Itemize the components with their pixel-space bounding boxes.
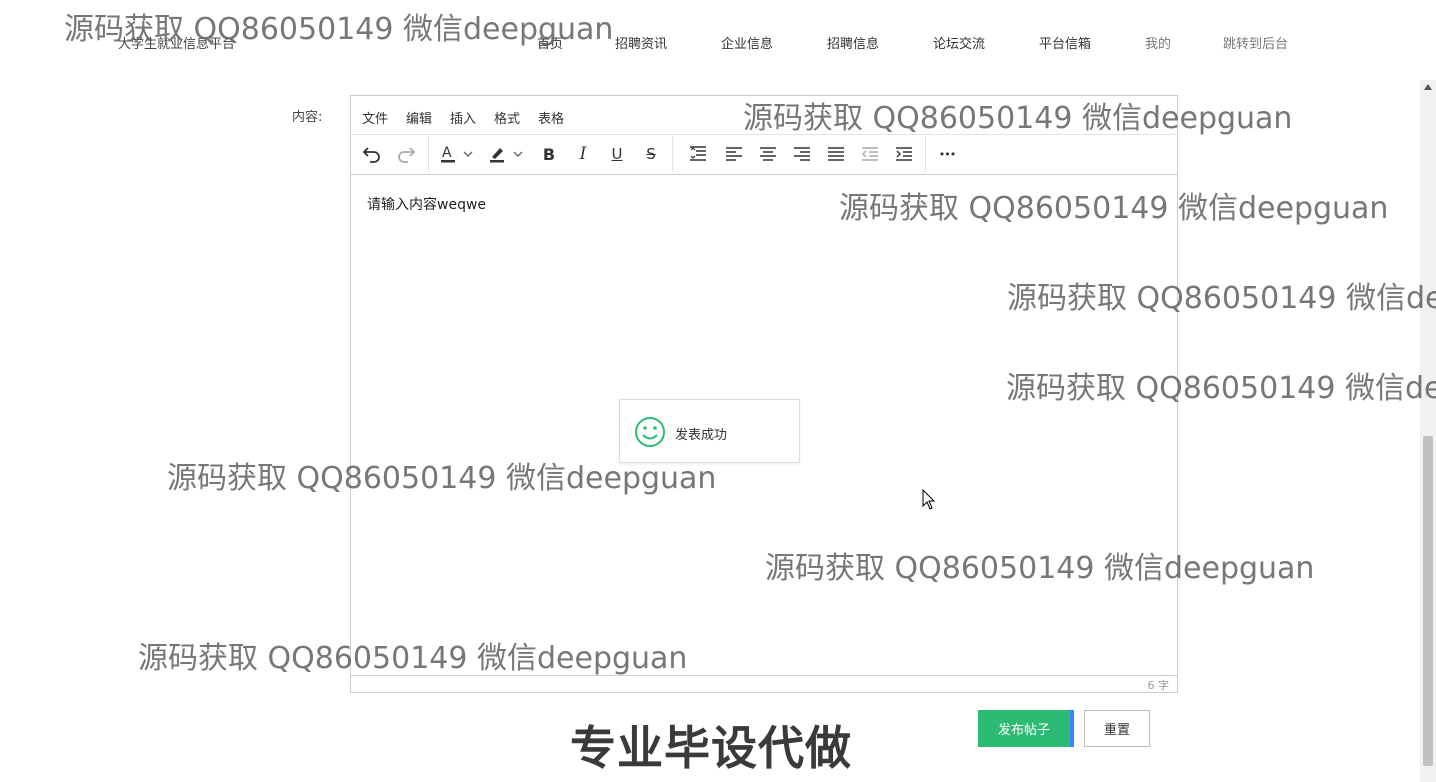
menu-file[interactable]: 文件 bbox=[362, 108, 388, 127]
align-right-icon[interactable] bbox=[789, 142, 815, 166]
word-count: 6 字 bbox=[1147, 679, 1170, 692]
underline-glyph: U bbox=[611, 145, 623, 163]
strikethrough-icon[interactable]: S bbox=[638, 142, 664, 166]
publish-post-button[interactable]: 发布帖子 bbox=[978, 710, 1074, 747]
nav-recruit-news[interactable]: 招聘资讯 bbox=[615, 33, 667, 52]
redo-icon[interactable] bbox=[393, 142, 419, 166]
menu-format[interactable]: 格式 bbox=[494, 108, 520, 127]
bold-icon[interactable]: B bbox=[536, 142, 562, 166]
reset-button[interactable]: 重置 bbox=[1084, 710, 1150, 747]
editor-statusbar: 6 字 bbox=[351, 675, 1177, 692]
rich-text-editor: 文件 编辑 插入 格式 表格 A B I U S ••• 请输入内容weqwe … bbox=[350, 95, 1178, 693]
nav-admin[interactable]: 跳转到后台 bbox=[1223, 33, 1288, 52]
editor-content-text[interactable]: 请输入内容weqwe bbox=[367, 194, 486, 214]
svg-text:A: A bbox=[442, 145, 452, 161]
toast-message: 发表成功 bbox=[675, 428, 728, 443]
promo-watermark: 专业毕设代做 bbox=[569, 720, 852, 776]
nav-companies[interactable]: 企业信息 bbox=[721, 33, 773, 52]
italic-glyph: I bbox=[579, 144, 587, 164]
bold-glyph: B bbox=[542, 144, 556, 164]
nav-mailbox[interactable]: 平台信箱 bbox=[1039, 33, 1091, 52]
scroll-up-arrow-icon[interactable] bbox=[1424, 84, 1432, 90]
italic-icon[interactable]: I bbox=[570, 142, 596, 166]
nav-forum[interactable]: 论坛交流 bbox=[933, 33, 985, 52]
page-scrollbar[interactable] bbox=[1420, 80, 1436, 782]
success-toast: 发表成功 bbox=[619, 399, 800, 463]
undo-icon[interactable] bbox=[359, 142, 385, 166]
chevron-down-icon[interactable] bbox=[511, 142, 525, 166]
nav-mine[interactable]: 我的 bbox=[1145, 33, 1171, 52]
highlight-color-icon[interactable] bbox=[485, 142, 511, 166]
smile-icon bbox=[635, 417, 665, 447]
menu-table[interactable]: 表格 bbox=[538, 108, 564, 127]
underline-icon[interactable]: U bbox=[604, 142, 630, 166]
nav-home[interactable]: 首页 bbox=[537, 33, 563, 52]
align-justify-icon[interactable] bbox=[823, 142, 849, 166]
strike-glyph: S bbox=[646, 145, 656, 163]
menu-insert[interactable]: 插入 bbox=[450, 108, 476, 127]
nav-jobs[interactable]: 招聘信息 bbox=[827, 33, 879, 52]
scroll-thumb[interactable] bbox=[1423, 436, 1433, 766]
indent-icon[interactable] bbox=[891, 142, 917, 166]
chevron-down-icon[interactable] bbox=[461, 142, 475, 166]
mouse-cursor-icon bbox=[922, 489, 936, 510]
align-center-icon[interactable] bbox=[755, 142, 781, 166]
toolbar-divider bbox=[428, 136, 429, 172]
align-left-icon[interactable] bbox=[721, 142, 747, 166]
more-glyph: ••• bbox=[938, 147, 956, 161]
editor-toolbar: A B I U S ••• bbox=[351, 134, 1177, 175]
content-field-label: 内容: bbox=[292, 110, 323, 125]
top-navbar: 大学生就业信息平台 首页 招聘资讯 企业信息 招聘信息 论坛交流 平台信箱 我的… bbox=[0, 0, 1420, 80]
line-height-icon[interactable] bbox=[685, 142, 711, 166]
menu-edit[interactable]: 编辑 bbox=[406, 108, 432, 127]
outdent-icon[interactable] bbox=[857, 142, 883, 166]
main-nav: 首页 招聘资讯 企业信息 招聘信息 论坛交流 平台信箱 我的 跳转到后台 bbox=[0, 33, 1420, 52]
text-color-icon[interactable]: A bbox=[436, 142, 462, 166]
editor-menubar: 文件 编辑 插入 格式 表格 bbox=[351, 96, 1177, 135]
more-icon[interactable]: ••• bbox=[934, 142, 960, 166]
toolbar-divider bbox=[672, 136, 673, 172]
toolbar-divider bbox=[925, 136, 926, 172]
